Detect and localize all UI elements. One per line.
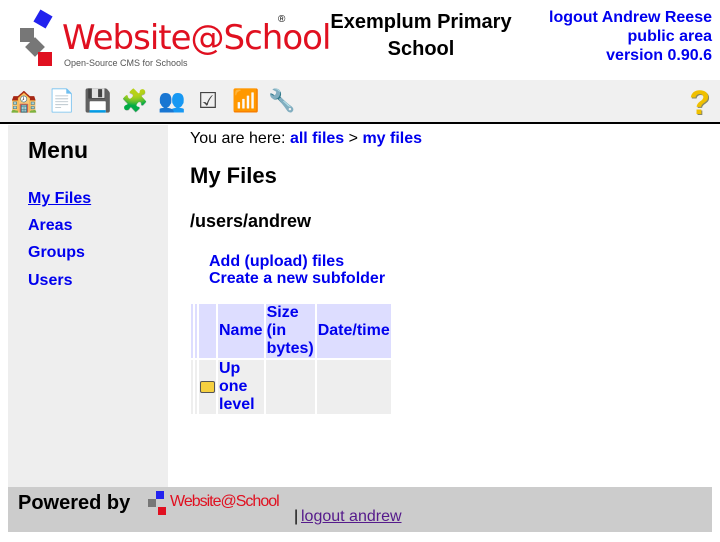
header-blank-1 [191, 304, 193, 358]
table-row: Up one level [191, 360, 391, 414]
site-title: Exemplum Primary School [330, 11, 512, 60]
breadcrumb: You are here: all files > my files [190, 130, 422, 148]
registered-icon: ® [278, 14, 286, 25]
footer-logo[interactable]: Website@School [148, 491, 283, 521]
current-path: /users/andrew [190, 211, 312, 231]
menu-item-users[interactable]: Users [28, 272, 72, 290]
header-blank-2 [195, 304, 197, 358]
table-header-row: Name Size (in bytes) Date/time [191, 304, 391, 358]
breadcrumb-separator: > [348, 130, 358, 147]
toolbar: 🏫 📄 💾 🧩 👥 ☑ 📶 🔧 ? [0, 80, 720, 124]
site-logo: Website@School Open-Source CMS for Schoo… [14, 9, 331, 72]
sort-name-link[interactable]: Name [219, 322, 263, 339]
logo-tagline: Open-Source CMS for Schools [64, 58, 188, 68]
start-center-icon[interactable]: 🏫 [10, 87, 38, 115]
footer-logo-text: Website@School [170, 493, 280, 510]
public-area-link[interactable]: public area [628, 28, 712, 45]
logo-text: Website@School [62, 18, 331, 58]
powered-by-label: Powered by [18, 492, 131, 514]
version-link[interactable]: version 0.90.6 [606, 47, 712, 64]
size-cell [265, 360, 315, 414]
breadcrumb-all-files[interactable]: all files [290, 130, 344, 147]
date-cell [316, 360, 391, 414]
create-subfolder-link[interactable]: Create a new subfolder [209, 270, 385, 288]
tools-icon[interactable]: 🔧 [268, 87, 296, 115]
modules-icon[interactable]: 🧩 [121, 87, 149, 115]
cell-blank [195, 360, 197, 414]
menu-item-areas[interactable]: Areas [28, 217, 72, 235]
header-links: logout Andrew Reese public area version … [549, 8, 712, 65]
statistics-icon[interactable]: 📶 [232, 87, 260, 115]
files-table: Name Size (in bytes) Date/time Up one le… [189, 302, 393, 416]
help-icon[interactable]: ? [689, 84, 710, 123]
page-manager-icon[interactable]: 📄 [48, 87, 76, 115]
footer-logout-link[interactable]: logout andrew [301, 508, 402, 526]
configuration-icon[interactable]: ☑ [194, 87, 222, 115]
sort-date-link[interactable]: Date/time [318, 322, 390, 339]
file-manager-icon[interactable]: 💾 [84, 87, 112, 115]
logout-link[interactable]: logout Andrew Reese [549, 9, 712, 26]
menu-item-groups[interactable]: Groups [28, 244, 85, 262]
add-files-link[interactable]: Add (upload) files [209, 253, 344, 271]
folder-icon[interactable] [199, 360, 216, 414]
cell-blank [191, 360, 193, 414]
breadcrumb-my-files[interactable]: my files [362, 130, 422, 147]
sort-size-link[interactable]: Size (in bytes) [267, 304, 314, 357]
page-title: My Files [190, 163, 277, 188]
header-blank-3 [199, 304, 216, 358]
up-one-level-link[interactable]: Up one level [219, 360, 255, 413]
sidebar-menu: Menu My Files Areas Groups Users [8, 125, 168, 487]
menu-title: Menu [28, 137, 89, 163]
breadcrumb-prefix: You are here: [190, 130, 286, 147]
footer-separator: | [294, 508, 299, 525]
menu-item-my-files[interactable]: My Files [28, 190, 91, 208]
footer: Powered by Website@School | logout andre… [8, 487, 712, 532]
account-manager-icon[interactable]: 👥 [158, 87, 186, 115]
